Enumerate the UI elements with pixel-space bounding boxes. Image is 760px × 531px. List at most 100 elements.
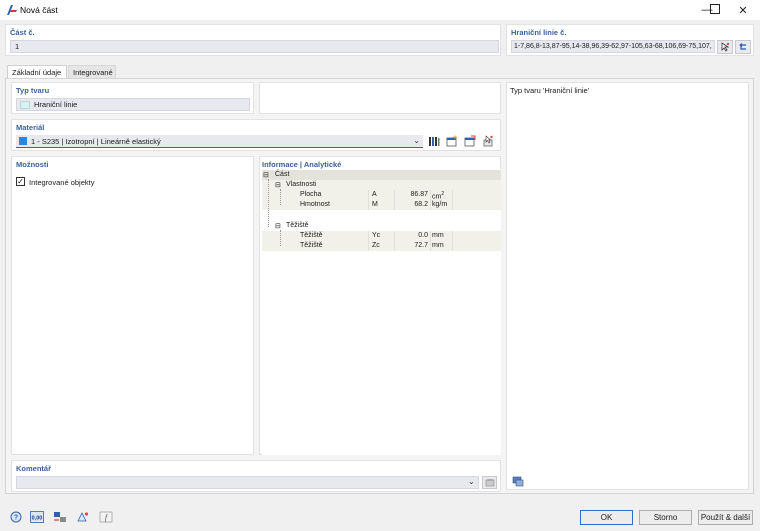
shape-type-value: Hraniční linie	[34, 100, 78, 109]
pick-object-icon	[483, 135, 493, 147]
check-icon: ✓	[17, 176, 24, 186]
property-value: 86.87	[410, 191, 428, 198]
shape-type-field: Hraniční linie	[16, 98, 250, 111]
comment-label: Komentář	[16, 464, 52, 473]
property-name: Těžiště	[300, 242, 323, 249]
comment-input[interactable]	[16, 476, 479, 489]
reverse-lines-button[interactable]	[735, 40, 751, 54]
collapse-icon[interactable]: ⊟	[275, 222, 281, 230]
comment-library-button[interactable]	[482, 476, 497, 489]
shape-type-label: Typ tvaru	[16, 86, 50, 95]
boundary-panel: Hraniční linie č. 1-7,86,8-13,87-95,14-3…	[506, 24, 754, 56]
svg-text:?: ?	[13, 514, 17, 521]
preview-panel: Typ tvaru 'Hraniční linie'	[506, 82, 749, 490]
tree-row-root[interactable]: ⊟ Část	[262, 170, 501, 180]
column-separator	[394, 190, 395, 210]
part-no-input[interactable]: 1	[10, 40, 499, 53]
property-symbol: M	[372, 201, 378, 208]
boundary-label: Hraniční linie č.	[511, 28, 567, 37]
material-value: 1 - S235 | Izotropní | Lineárně elastick…	[31, 136, 161, 146]
tree-connector	[268, 179, 269, 227]
property-symbol: A	[372, 191, 377, 198]
column-separator	[452, 231, 453, 251]
info-tree: ⊟ Část ⊟ Vlastnosti Plocha A 86.87 cm2 H…	[262, 169, 501, 455]
info-panel: Informace | Analytické ⊟ Část ⊟ Vlastnos…	[259, 156, 501, 455]
blank-panel	[259, 82, 501, 114]
close-button[interactable]: ✕	[726, 0, 760, 20]
library-icon	[429, 136, 440, 146]
preview-caption: Typ tvaru 'Hraniční linie'	[510, 86, 590, 95]
new-material-button[interactable]	[445, 134, 459, 148]
options-panel: Možnosti ✓ Integrované objekty	[11, 156, 254, 455]
tree-group-label: Vlastnosti	[286, 181, 317, 188]
boundary-input[interactable]: 1-7,86,8-13,87-95,14-38,96,39-62,97-105,…	[511, 40, 715, 53]
script-button[interactable]: f	[98, 509, 113, 524]
part-no-panel: Část č. 1	[5, 24, 501, 56]
section-icon	[76, 511, 88, 521]
svg-text:0,00: 0,00	[31, 515, 42, 521]
help-button[interactable]: ?	[8, 509, 23, 524]
script-icon: f	[99, 511, 112, 522]
material-swatch-icon	[19, 137, 27, 145]
edit-material-button[interactable]	[463, 134, 477, 148]
tree-row-group[interactable]: ⊟ Těžiště	[262, 221, 501, 231]
edit-icon	[464, 135, 476, 147]
ok-button[interactable]: OK	[580, 510, 633, 525]
chevron-down-icon: ⌄	[413, 136, 420, 145]
tab-basic[interactable]: Základní údaje	[7, 65, 67, 78]
table-row: Hmotnost M 68.2 kg/m	[262, 200, 501, 210]
integrated-objects-checkbox[interactable]: ✓	[16, 177, 25, 186]
property-unit: mm	[432, 242, 444, 249]
units-button[interactable]: 0,00	[29, 509, 44, 524]
material-select[interactable]: 1 - S235 | Izotropní | Lineárně elastick…	[16, 135, 423, 148]
collapse-icon[interactable]: ⊟	[275, 181, 281, 189]
table-row: Těžiště Zc 72.7 mm	[262, 241, 501, 251]
tree-row-group[interactable]: ⊟ Vlastnosti	[262, 180, 501, 190]
new-icon	[446, 135, 457, 147]
model-icon	[53, 511, 66, 522]
undo-arrow-icon	[739, 43, 746, 50]
pick-icon	[721, 42, 730, 52]
column-separator	[452, 190, 453, 210]
cancel-button[interactable]: Storno	[639, 510, 692, 525]
property-unit: mm	[432, 232, 444, 239]
property-value: 0.0	[418, 232, 428, 239]
property-name: Plocha	[300, 191, 322, 198]
property-value: 68.2	[414, 201, 428, 208]
tab-integrated[interactable]: Integrované	[68, 65, 116, 78]
apply-next-button[interactable]: Použít & další	[698, 510, 753, 525]
property-name: Těžiště	[300, 232, 323, 239]
column-separator	[368, 231, 369, 251]
column-separator	[368, 190, 369, 210]
part-no-label: Část č.	[10, 28, 35, 37]
tree-root-label: Část	[275, 171, 290, 178]
column-separator	[430, 231, 431, 251]
comment-panel: Komentář ⌄	[11, 460, 501, 492]
graphics-settings-icon	[512, 476, 524, 487]
help-icon: ?	[10, 511, 21, 522]
tree-group-label: Těžiště	[286, 222, 309, 229]
property-symbol: Yc	[372, 232, 381, 239]
collapse-icon[interactable]: ⊟	[263, 171, 269, 179]
property-value: 72.7	[414, 242, 428, 249]
column-separator	[430, 190, 431, 210]
table-row: Těžiště Yc 0.0 mm	[262, 231, 501, 241]
property-unit: kg/m	[432, 201, 448, 208]
maximize-icon[interactable]	[710, 4, 720, 14]
pick-lines-button[interactable]	[717, 40, 733, 54]
section-button[interactable]	[75, 509, 90, 524]
integrated-objects-label: Integrované objekty	[29, 178, 95, 187]
window-title: Nová část	[20, 5, 58, 15]
column-separator	[394, 231, 395, 251]
tree-connector	[280, 189, 281, 205]
model-button[interactable]	[52, 509, 67, 524]
tree-connector	[280, 230, 281, 246]
preview-settings-button[interactable]	[511, 475, 525, 488]
property-symbol: Zc	[372, 242, 380, 249]
pick-material-button[interactable]	[481, 134, 495, 148]
material-library-button[interactable]	[427, 134, 441, 148]
table-row: Plocha A 86.87 cm2	[262, 190, 501, 200]
material-label: Materiál	[16, 123, 45, 132]
chevron-down-icon[interactable]: ⌄	[468, 477, 475, 486]
options-label: Možnosti	[16, 160, 49, 169]
